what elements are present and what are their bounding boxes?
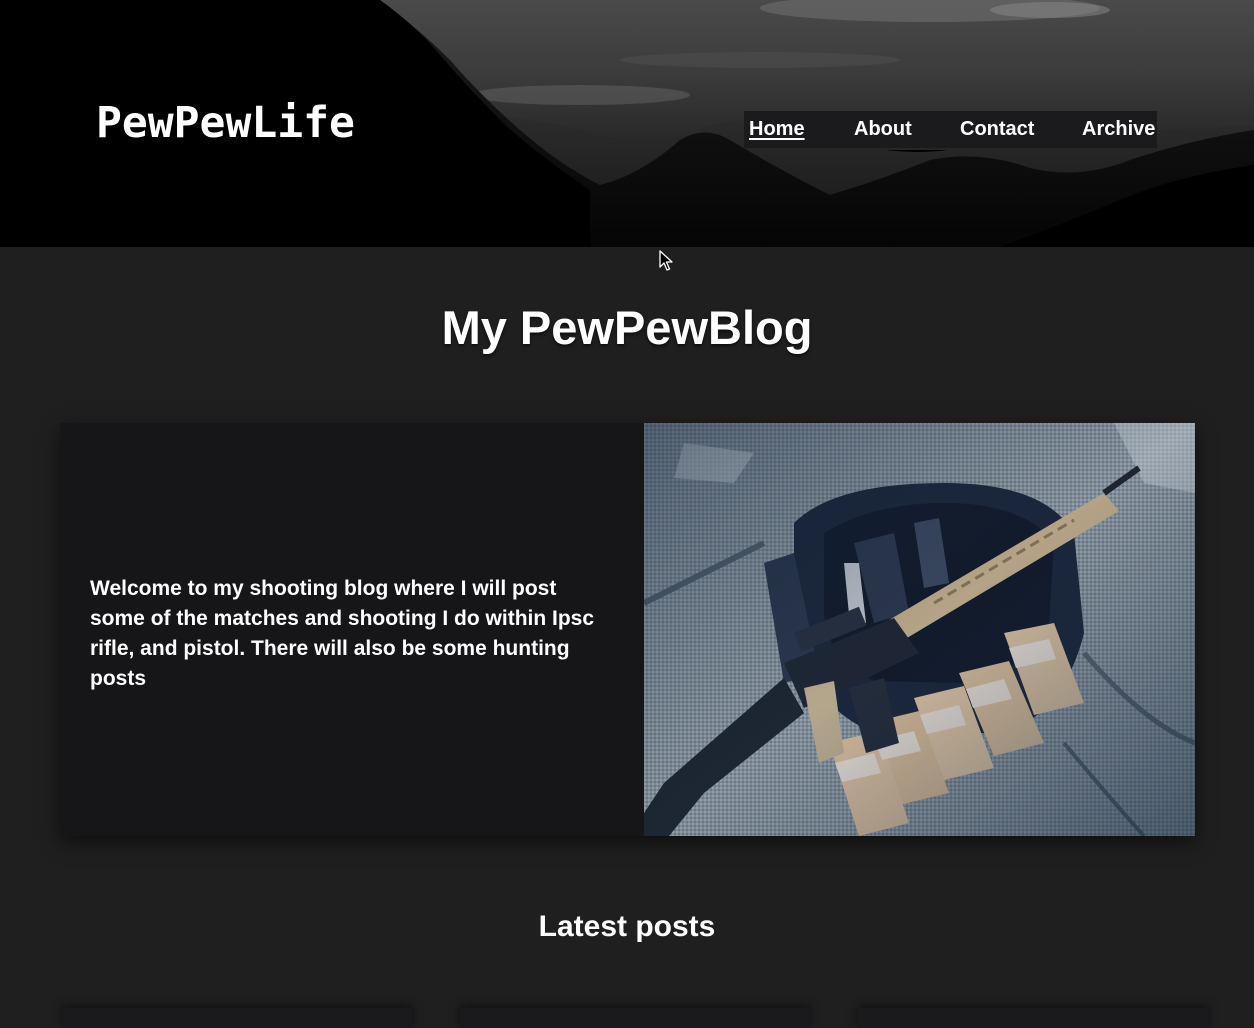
post-card[interactable]: [858, 1008, 1208, 1028]
nav-contact[interactable]: Contact: [960, 118, 1034, 141]
nav-about[interactable]: About: [854, 118, 912, 141]
mouse-pointer-icon: [659, 250, 673, 271]
intro-text: Welcome to my shooting blog where I will…: [90, 577, 595, 690]
latest-posts-heading: Latest posts: [538, 910, 716, 943]
nav-archive[interactable]: Archive: [1082, 118, 1155, 141]
site-header: PewPewLife Home About Contact Archive: [0, 0, 1254, 247]
post-card[interactable]: [460, 1008, 810, 1028]
site-logo[interactable]: PewPewLife: [96, 98, 355, 148]
rifle-photo-illustration: [644, 423, 1195, 836]
post-card[interactable]: [62, 1008, 412, 1028]
intro-card: Welcome to my shooting blog where I will…: [60, 423, 1195, 836]
page-title: My PewPewBlog: [441, 301, 813, 354]
rifle-photo: [644, 423, 1195, 836]
main-nav: Home About Contact Archive: [744, 111, 1157, 148]
nav-home[interactable]: Home: [749, 118, 805, 141]
